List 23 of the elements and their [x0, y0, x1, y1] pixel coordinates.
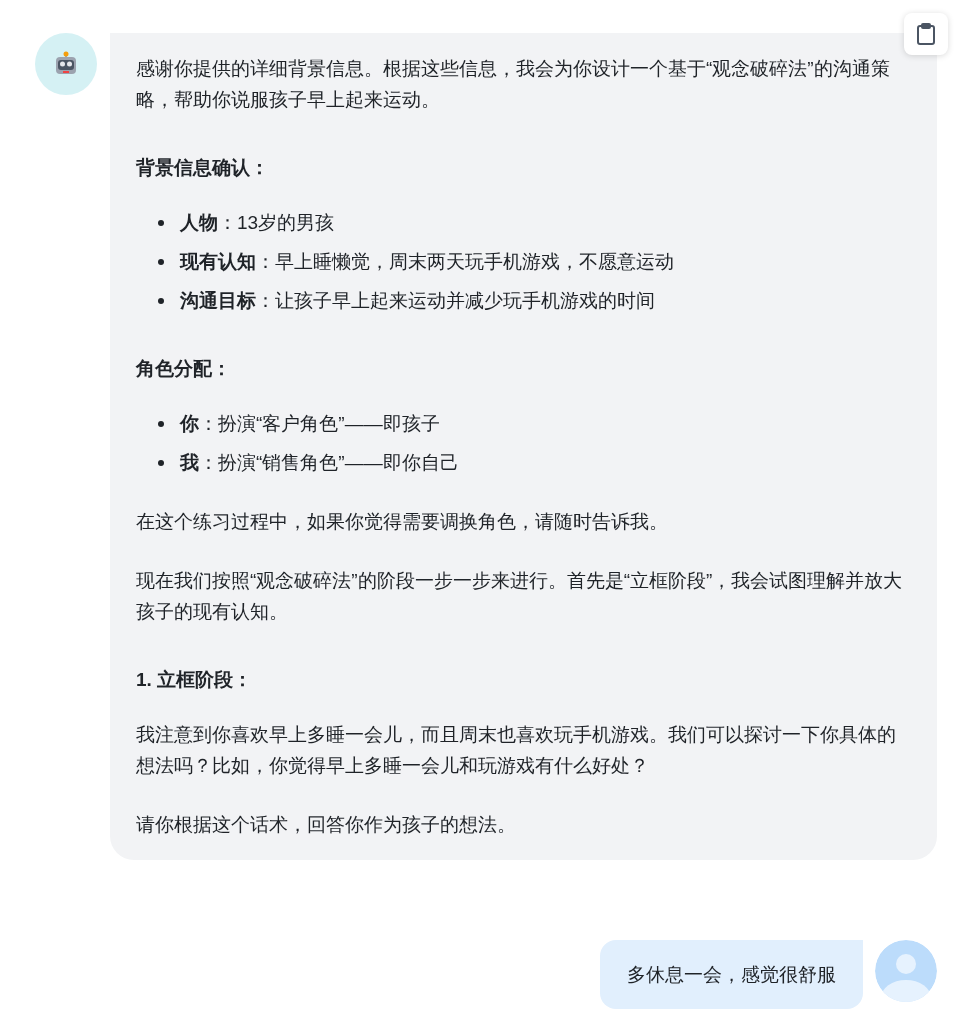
user-avatar-icon [875, 940, 937, 1002]
list-item-text: 人物：13岁的男孩 [180, 211, 335, 235]
bullet-icon [158, 219, 164, 226]
bullet-icon [158, 258, 164, 265]
robot-icon [53, 51, 79, 77]
clipboard-icon [915, 22, 937, 46]
bullet-icon [158, 459, 164, 466]
message-paragraph: 感谢你提供的详细背景信息。根据这些信息，我会为你设计一个基于“观念破碎法”的沟通策略，帮助你说服孩子早上起来运动。 [136, 57, 891, 112]
list-item-text: 我：扮演“销售角色”——即你自己 [180, 451, 459, 475]
message-text: 多休息一会，感觉很舒服 [627, 963, 836, 987]
message-paragraph: 我注意到你喜欢早上多睡一会儿，而且周末也喜欢玩手机游戏。我们可以探讨一下你具体的想法吗？比如，你觉得早上多睡一会儿和玩游戏有什么好处？ [136, 723, 897, 778]
copy-button[interactable] [904, 13, 948, 55]
list-item-text: 现有认知：早上睡懒觉，周末两天玩手机游戏，不愿意运动 [180, 250, 674, 274]
section-heading: 1. 立框阶段： [136, 668, 254, 692]
message-paragraph: 在这个练习过程中，如果你觉得需要调换角色，请随时告诉我。 [136, 510, 669, 534]
message-paragraph: 请你根据这个话术，回答你作为孩子的想法。 [136, 813, 517, 837]
bullet-icon [158, 297, 164, 304]
bullet-icon [158, 420, 164, 427]
list-item-text: 你：扮演“客户角色”——即孩子 [180, 412, 440, 436]
section-heading: 角色分配： [136, 357, 232, 381]
list-item-text: 沟通目标：让孩子早上起来运动并减少玩手机游戏的时间 [180, 289, 655, 313]
message-paragraph: 现在我们按照“观念破碎法”的阶段一步一步来进行。首先是“立框阶段”，我会试图理解并放大孩子的现有认知。 [136, 569, 904, 624]
section-heading: 背景信息确认： [136, 156, 270, 180]
